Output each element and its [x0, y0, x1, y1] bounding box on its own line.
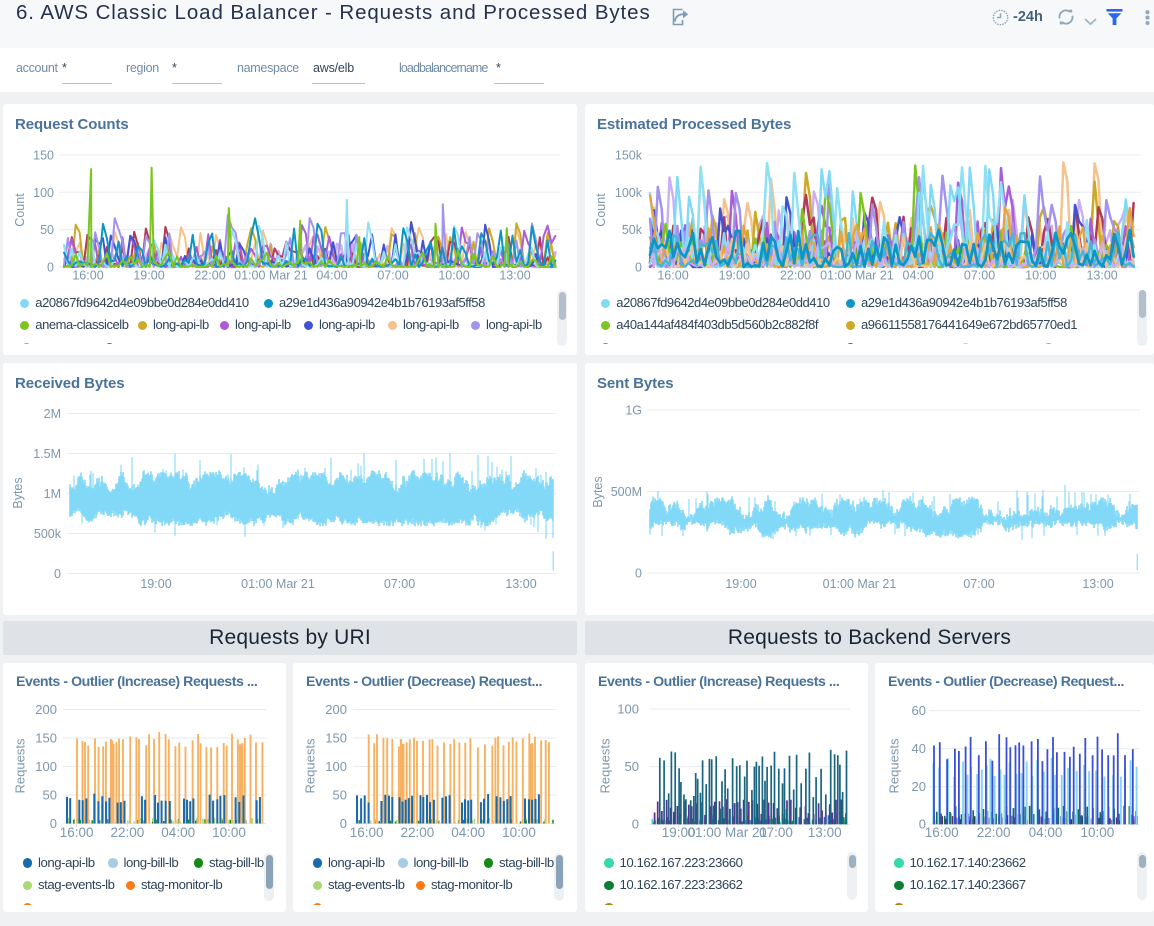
- svg-text:07:00: 07:00: [964, 269, 995, 283]
- svg-text:150: 150: [325, 731, 347, 746]
- svg-text:100: 100: [325, 759, 347, 774]
- svg-text:04:00: 04:00: [903, 269, 934, 283]
- svg-text:01:00 Mar 21: 01:00 Mar 21: [234, 269, 308, 283]
- svg-text:22:00: 22:00: [401, 825, 435, 840]
- svg-text:19:00: 19:00: [140, 577, 171, 591]
- svg-text:Bytes: Bytes: [11, 477, 25, 508]
- svg-text:22:00: 22:00: [780, 269, 811, 283]
- svg-text:16:00: 16:00: [72, 269, 103, 283]
- svg-text:50: 50: [625, 759, 639, 774]
- svg-text:100: 100: [33, 186, 54, 200]
- svg-text:50k: 50k: [622, 223, 643, 237]
- svg-text:07:00: 07:00: [377, 269, 408, 283]
- svg-text:Requests: Requests: [598, 738, 613, 793]
- svg-text:150k: 150k: [615, 149, 643, 163]
- svg-text:Bytes: Bytes: [591, 476, 605, 507]
- svg-text:04:00: 04:00: [451, 825, 485, 840]
- svg-text:07:00: 07:00: [384, 577, 415, 591]
- svg-text:20: 20: [912, 779, 926, 794]
- svg-text:500M: 500M: [611, 485, 642, 499]
- svg-text:0: 0: [54, 567, 61, 581]
- svg-text:150: 150: [33, 149, 54, 163]
- svg-text:16:00: 16:00: [60, 825, 94, 840]
- svg-text:01:00 Mar 21: 01:00 Mar 21: [820, 269, 894, 283]
- svg-text:Requests: Requests: [303, 738, 318, 793]
- svg-text:10:00: 10:00: [502, 825, 536, 840]
- svg-text:0: 0: [47, 261, 54, 275]
- svg-text:10:00: 10:00: [438, 269, 469, 283]
- svg-text:22:00: 22:00: [194, 269, 225, 283]
- svg-text:16:00: 16:00: [350, 825, 384, 840]
- svg-text:100k: 100k: [615, 186, 643, 200]
- svg-text:0: 0: [635, 261, 642, 275]
- svg-text:500k: 500k: [34, 527, 62, 541]
- svg-text:04:00: 04:00: [161, 825, 195, 840]
- svg-text:200: 200: [35, 702, 57, 717]
- svg-text:Count: Count: [13, 193, 27, 227]
- svg-text:13:00: 13:00: [1086, 269, 1117, 283]
- svg-text:01:00 Mar 21: 01:00 Mar 21: [823, 577, 897, 591]
- svg-text:Count: Count: [594, 193, 608, 227]
- svg-text:50: 50: [333, 788, 347, 803]
- svg-text:22:00: 22:00: [111, 825, 145, 840]
- svg-text:19:00: 19:00: [719, 269, 750, 283]
- svg-text:200: 200: [325, 702, 347, 717]
- svg-text:1M: 1M: [44, 487, 61, 501]
- svg-text:19:00: 19:00: [725, 577, 756, 591]
- svg-text:0: 0: [635, 567, 642, 581]
- svg-text:0: 0: [50, 816, 57, 831]
- svg-text:13:00: 13:00: [1082, 577, 1113, 591]
- svg-text:13:00: 13:00: [499, 269, 530, 283]
- svg-text:0: 0: [632, 817, 639, 832]
- svg-text:Requests: Requests: [887, 738, 902, 793]
- svg-text:0: 0: [340, 816, 347, 831]
- svg-text:13:00: 13:00: [505, 577, 536, 591]
- svg-text:1G: 1G: [625, 404, 642, 418]
- svg-text:Requests: Requests: [13, 738, 28, 793]
- svg-text:40: 40: [912, 741, 926, 756]
- svg-text:1.5M: 1.5M: [33, 447, 61, 461]
- svg-text:10:00: 10:00: [1025, 269, 1056, 283]
- svg-text:01:00 Mar 21: 01:00 Mar 21: [241, 577, 315, 591]
- svg-text:04:00: 04:00: [316, 269, 347, 283]
- svg-text:150: 150: [35, 731, 57, 746]
- svg-text:2M: 2M: [44, 407, 61, 421]
- svg-text:100: 100: [617, 702, 639, 717]
- svg-text:50: 50: [40, 223, 54, 237]
- svg-text:07:00: 07:00: [963, 577, 994, 591]
- svg-text:10:00: 10:00: [212, 825, 246, 840]
- svg-text:60: 60: [912, 703, 926, 718]
- svg-text:100: 100: [35, 759, 57, 774]
- svg-text:50: 50: [43, 788, 57, 803]
- svg-text:16:00: 16:00: [657, 269, 688, 283]
- svg-text:19:00: 19:00: [133, 269, 164, 283]
